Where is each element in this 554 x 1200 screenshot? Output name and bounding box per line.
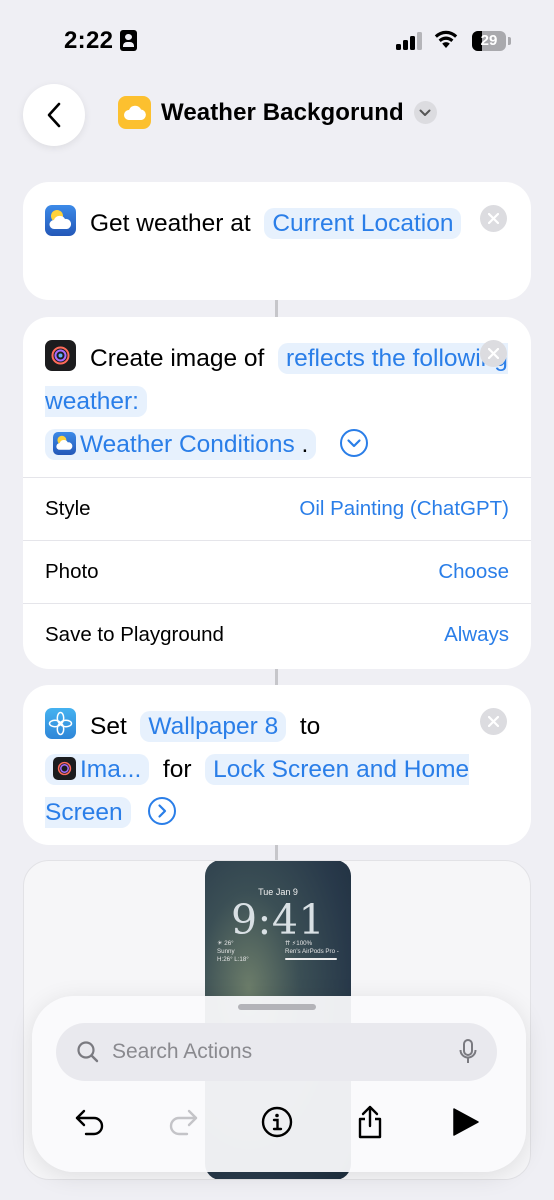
action-text: Set <box>90 713 127 740</box>
redo-icon <box>169 1109 198 1136</box>
widget-line: ⇈ ⚡100% <box>285 940 313 947</box>
info-icon <box>261 1106 293 1138</box>
search-placeholder: Search Actions <box>112 1040 253 1063</box>
share-button[interactable] <box>350 1102 390 1142</box>
wifi-icon <box>434 30 458 48</box>
row-label: Photo <box>45 560 99 583</box>
play-icon <box>453 1108 479 1136</box>
action-connector <box>275 300 278 317</box>
chevron-right-circle-icon <box>148 797 177 825</box>
status-time: 2:22 <box>64 27 114 54</box>
close-icon <box>488 716 499 727</box>
action-text: Get weather at <box>90 210 251 237</box>
sheet-grabber[interactable] <box>238 1004 316 1010</box>
action-get-weather[interactable]: Get weather at Current Location <box>23 182 531 300</box>
widget-line: Sunny <box>217 948 235 955</box>
undo-button[interactable] <box>70 1102 110 1142</box>
microphone-icon[interactable] <box>459 1039 477 1065</box>
widget-line: H:26° L:18° <box>217 956 249 963</box>
remove-action-button[interactable] <box>480 340 507 367</box>
close-icon <box>488 348 499 359</box>
battery-level: 29 <box>480 32 498 49</box>
row-label: Save to Playground <box>45 623 224 646</box>
weather-app-icon <box>53 432 76 455</box>
cellular-signal-icon <box>396 32 426 50</box>
battery-icon: 29 <box>472 31 506 51</box>
save-to-playground-row[interactable]: Save to Playground Always <box>23 603 531 666</box>
chevron-down-icon[interactable] <box>413 101 437 124</box>
row-label: Style <box>45 497 91 520</box>
image-playground-icon <box>53 757 76 780</box>
wallpaper-param[interactable]: Wallpaper 8 <box>140 711 287 742</box>
undo-icon <box>75 1109 104 1136</box>
chevron-left-icon <box>47 102 61 128</box>
chevron-down-circle-icon <box>340 429 369 457</box>
back-button[interactable] <box>23 84 85 146</box>
preview-weather-widget: ☀ 26° Sunny H:26° L:18° <box>217 940 249 964</box>
wallpaper-flower-icon <box>45 708 76 739</box>
person-id-icon <box>120 30 137 51</box>
run-button[interactable] <box>445 1102 485 1142</box>
redo-button[interactable] <box>163 1102 203 1142</box>
to-label: to <box>299 713 321 740</box>
for-label: for <box>162 756 192 783</box>
widget-line: Ren's AirPods Pro - <box>285 948 339 955</box>
widget-line: ☀ 26° <box>217 940 234 947</box>
preview-battery-widget: ⇈ ⚡100% Ren's AirPods Pro - <box>285 940 339 960</box>
row-value[interactable]: Choose <box>438 560 509 584</box>
variable-label: Ima... <box>80 756 142 783</box>
action-create-image[interactable]: Create image of reflects the following w… <box>23 317 531 669</box>
search-actions-input[interactable]: Search Actions <box>56 1023 497 1081</box>
prompt-suffix: . <box>301 431 309 458</box>
shortcut-title: Weather Backgorund <box>161 98 404 126</box>
variable-label: Weather Conditions <box>80 431 295 458</box>
style-row[interactable]: Style Oil Painting (ChatGPT) <box>23 477 531 540</box>
search-icon <box>77 1041 99 1063</box>
action-text: Create image of <box>90 345 265 372</box>
expand-button[interactable] <box>147 796 177 826</box>
preview-time: 9:41 <box>230 896 326 944</box>
image-playground-icon <box>45 340 76 371</box>
share-icon <box>358 1105 382 1139</box>
info-button[interactable] <box>257 1102 297 1142</box>
photo-row[interactable]: Photo Choose <box>23 540 531 603</box>
battery-cap <box>508 37 511 45</box>
remove-action-button[interactable] <box>480 708 507 735</box>
location-param[interactable]: Current Location <box>264 208 462 239</box>
remove-action-button[interactable] <box>480 205 507 232</box>
action-connector <box>275 669 278 685</box>
action-set-wallpaper[interactable]: Set Wallpaper 8 to Ima... for Lock Scree… <box>23 685 531 845</box>
close-icon <box>488 213 499 224</box>
image-variable[interactable]: Ima... <box>45 754 150 785</box>
row-value[interactable]: Oil Painting (ChatGPT) <box>299 497 509 521</box>
status-bar: 2:22 29 <box>0 0 554 80</box>
shortcut-title-menu[interactable]: Weather Backgorund <box>118 96 437 129</box>
expand-button[interactable] <box>339 428 369 458</box>
cloud-icon <box>118 96 151 129</box>
widget-progress <box>285 958 337 960</box>
row-value[interactable]: Always <box>444 623 509 647</box>
weather-app-icon <box>45 205 76 236</box>
weather-conditions-variable[interactable]: Weather Conditions . <box>45 429 317 460</box>
